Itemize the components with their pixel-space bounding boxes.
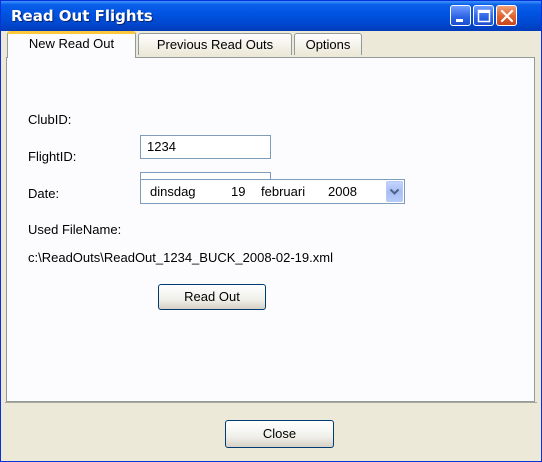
date-day[interactable]: 19 [231, 184, 245, 199]
read-out-button[interactable]: Read Out [158, 284, 266, 310]
used-filename-label: Used FileName: [28, 222, 122, 237]
flight-id-label: FlightID: [28, 149, 77, 164]
title-bar[interactable]: Read Out Flights [1, 1, 541, 31]
club-id-label: ClubID: [28, 112, 72, 127]
window-title: Read Out Flights [11, 7, 153, 25]
minimize-button[interactable] [450, 5, 471, 26]
tab-new-read-out[interactable]: New Read Out [7, 31, 136, 58]
tab-panel: ClubID: 1234 FlightID: BUCK Date: dinsda… [6, 57, 535, 402]
maximize-icon [477, 9, 491, 23]
date-dropdown-button[interactable] [386, 181, 403, 202]
used-filename-value: c:\ReadOuts\ReadOut_1234_BUCK_2008-02-19… [28, 250, 333, 265]
date-picker[interactable]: dinsdag 19 februari 2008 [140, 179, 405, 204]
client-area: New Read Out Previous Read Outs Options … [5, 31, 537, 459]
tab-options[interactable]: Options [294, 33, 362, 55]
tab-strip: New Read Out Previous Read Outs Options [5, 31, 537, 58]
close-icon [500, 9, 514, 23]
date-label: Date: [28, 186, 60, 201]
chevron-down-icon [389, 188, 400, 195]
close-button[interactable]: Close [225, 420, 334, 448]
close-window-button[interactable] [496, 5, 517, 26]
date-weekday[interactable]: dinsdag [150, 184, 196, 199]
maximize-button[interactable] [473, 5, 494, 26]
date-month[interactable]: februari [261, 184, 305, 199]
minimize-icon [456, 19, 463, 22]
date-year[interactable]: 2008 [328, 184, 357, 199]
tab-previous-read-outs[interactable]: Previous Read Outs [138, 33, 292, 55]
window: Read Out Flights New Read Out Previous R… [0, 0, 542, 462]
footer-divider [5, 402, 537, 403]
club-id-input[interactable]: 1234 [140, 135, 271, 159]
